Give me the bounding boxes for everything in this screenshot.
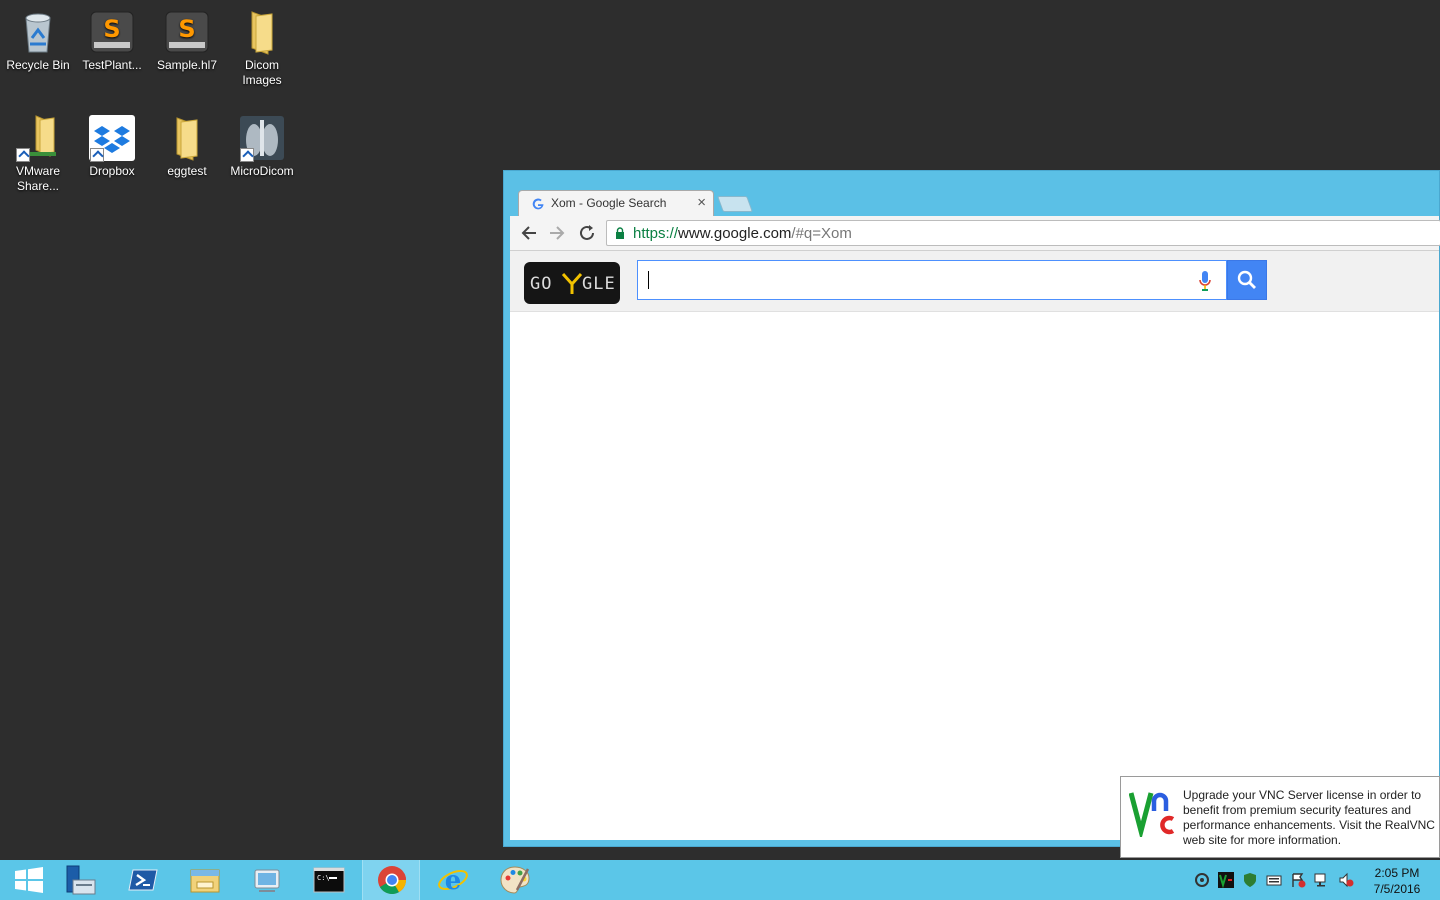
sublime-file-icon: S xyxy=(163,8,211,56)
taskbar-paint[interactable] xyxy=(486,860,544,900)
desktop: Recycle Bin S TestPlant... S Sample.hl7 xyxy=(0,0,1440,860)
svg-text:S: S xyxy=(178,15,195,43)
desktop-icon-testplant[interactable]: S TestPlant... xyxy=(74,8,150,73)
xray-icon xyxy=(238,114,286,162)
windows-logo-icon xyxy=(15,867,43,893)
desktop-icon-sample-hl7[interactable]: S Sample.hl7 xyxy=(149,8,225,73)
remote-desktop-icon xyxy=(254,869,280,892)
lock-icon xyxy=(616,227,624,239)
address-bar[interactable]: https://www.google.com/#q=Xom xyxy=(606,220,1440,246)
taskbar-remote-desktop[interactable] xyxy=(238,860,296,900)
microphone-icon[interactable] xyxy=(1198,270,1212,292)
vmware-tools-icon[interactable] xyxy=(1194,872,1210,888)
chrome-icon xyxy=(378,866,406,894)
clock-time: 2:05 PM xyxy=(1374,866,1420,880)
desktop-icon-label: Dropbox xyxy=(89,164,135,178)
taskbar: C:\ e 2:05 PM 7/5/2016 xyxy=(0,860,1440,900)
file-explorer-icon xyxy=(190,869,220,893)
reload-button[interactable] xyxy=(576,222,598,244)
doodle-text-left: GO xyxy=(530,274,553,294)
tab-title: Xom - Google Search xyxy=(551,196,667,210)
start-button[interactable] xyxy=(0,860,58,900)
internet-explorer-icon: e xyxy=(438,866,468,896)
text-caret xyxy=(648,271,649,289)
vnc-tray-icon[interactable] xyxy=(1218,872,1234,888)
security-shield-icon[interactable] xyxy=(1242,872,1258,888)
magnifier-icon xyxy=(1237,270,1256,289)
folder-icon xyxy=(238,8,286,56)
desktop-icon-label: VMware Share... xyxy=(15,164,60,193)
browser-toolbar: https://www.google.com/#q=Xom xyxy=(510,216,1440,251)
doodle-spinner-icon xyxy=(561,272,583,294)
recycle-bin-icon xyxy=(14,8,62,56)
network-icon[interactable] xyxy=(1314,872,1330,888)
desktop-icon-label: TestPlant... xyxy=(82,58,142,72)
taskbar-file-explorer[interactable] xyxy=(176,860,234,900)
paint-palette-icon xyxy=(500,866,530,894)
network-folder-icon xyxy=(14,114,62,162)
folder-icon xyxy=(163,114,211,162)
forward-button[interactable] xyxy=(546,222,568,244)
new-tab-button[interactable] xyxy=(717,196,753,212)
svg-text:C:\: C:\ xyxy=(317,874,330,882)
shortcut-arrow-icon xyxy=(16,148,30,162)
command-prompt-icon: C:\ xyxy=(313,867,345,893)
svg-text:e: e xyxy=(445,866,462,896)
desktop-icon-label: Sample.hl7 xyxy=(156,58,218,72)
taskbar-powershell[interactable] xyxy=(114,860,172,900)
desktop-icon-label: Dicom Images xyxy=(242,58,282,87)
desktop-icon-dicom-images[interactable]: Dicom Images xyxy=(224,8,300,88)
back-arrow-icon xyxy=(521,226,536,240)
page-content: GO GLE xyxy=(510,251,1439,840)
google-favicon-icon xyxy=(532,198,544,210)
clock-date: 7/5/2016 xyxy=(1373,882,1421,896)
chrome-window: Xom - Google Search × https://www.google… xyxy=(503,170,1440,847)
action-center-flag-icon[interactable] xyxy=(1290,872,1306,888)
svg-text:S: S xyxy=(103,15,120,43)
url-host: www.google.com xyxy=(678,225,792,242)
search-input[interactable] xyxy=(637,260,1227,300)
google-header: GO GLE xyxy=(510,251,1439,312)
desktop-icon-label: MicroDicom xyxy=(230,164,294,178)
taskbar-internet-explorer[interactable]: e xyxy=(424,860,482,900)
url-scheme: https:// xyxy=(633,225,679,242)
desktop-icon-dropbox[interactable]: Dropbox xyxy=(74,114,150,179)
dropbox-icon xyxy=(88,114,136,162)
taskbar-command-prompt[interactable]: C:\ xyxy=(300,860,358,900)
shortcut-arrow-icon xyxy=(90,148,104,162)
desktop-icon-label: eggtest xyxy=(167,164,207,178)
back-button[interactable] xyxy=(518,222,540,244)
desktop-icon-microdicom[interactable]: MicroDicom xyxy=(224,114,300,179)
forward-arrow-icon xyxy=(550,226,565,240)
desktop-icon-vmware-share[interactable]: VMware Share... xyxy=(0,114,76,194)
browser-tab[interactable]: Xom - Google Search × xyxy=(518,190,714,216)
shortcut-arrow-icon xyxy=(240,148,254,162)
vnc-notification[interactable]: Upgrade your VNC Server license in order… xyxy=(1120,776,1440,858)
desktop-icon-label: Recycle Bin xyxy=(6,58,70,72)
taskbar-server-manager[interactable] xyxy=(52,860,110,900)
vnc-logo-icon xyxy=(1129,792,1175,837)
taskbar-clock[interactable]: 2:05 PM 7/5/2016 xyxy=(1362,865,1432,897)
url-path: /#q=Xom xyxy=(791,225,852,242)
desktop-icon-eggtest[interactable]: eggtest xyxy=(149,114,225,179)
powershell-icon xyxy=(128,869,158,891)
server-manager-icon xyxy=(66,865,96,895)
reload-icon xyxy=(580,225,594,240)
search-button[interactable] xyxy=(1227,260,1267,300)
google-doodle-logo[interactable]: GO GLE xyxy=(524,262,620,304)
taskbar-chrome[interactable] xyxy=(362,860,420,900)
doodle-text-right: GLE xyxy=(582,274,616,294)
sublime-file-icon: S xyxy=(88,8,136,56)
address-text: https://www.google.com/#q=Xom xyxy=(633,225,852,242)
tab-close-icon[interactable]: × xyxy=(697,194,706,211)
volume-muted-icon[interactable] xyxy=(1338,872,1354,888)
keyboard-icon[interactable] xyxy=(1266,872,1282,888)
desktop-icon-recycle-bin[interactable]: Recycle Bin xyxy=(0,8,76,73)
vnc-message: Upgrade your VNC Server license in order… xyxy=(1183,788,1435,847)
